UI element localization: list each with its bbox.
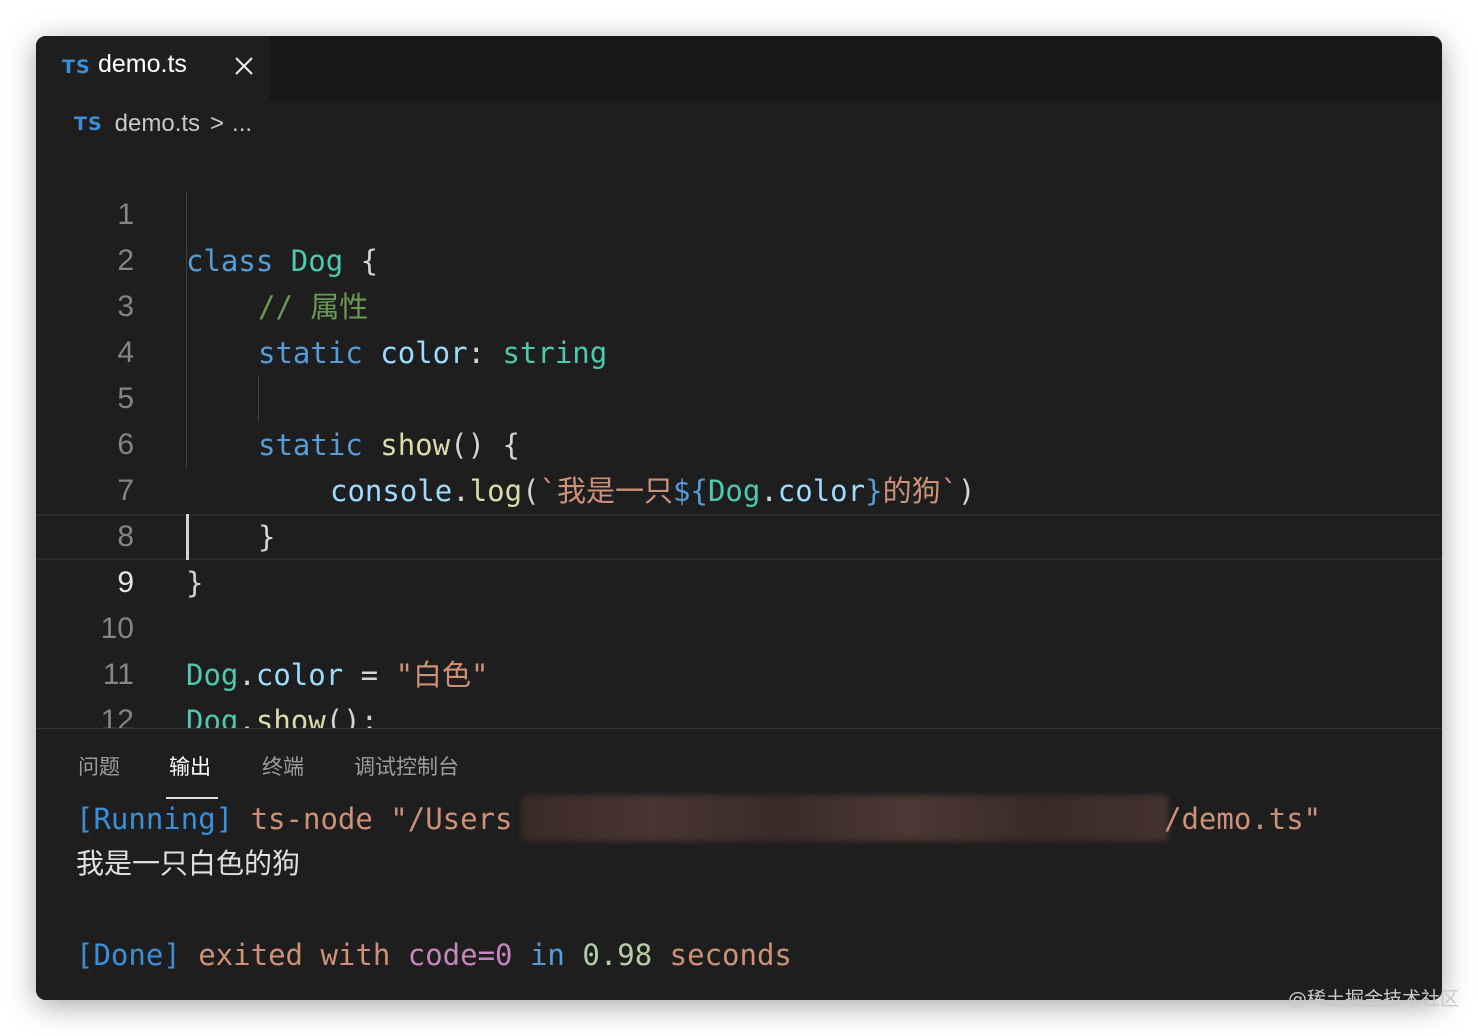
code-line-11: 11 Dog.show(); [36,606,1442,738]
bottom-panel: 问题 输出 终端 调试控制台 [Running] ts-node "/Users… [36,728,1442,1000]
output-done-line: [Done] exited with code=0 in 0.98 second… [76,935,792,975]
code-line-4: 4 [36,284,1442,369]
code-line-2: 2 // 属性 [36,192,1442,324]
running-command-tail: /demo.ts" [1164,802,1322,836]
tab-demo-ts[interactable]: TS demo.ts [36,36,270,100]
elapsed-time: 0.98 [582,938,653,972]
text-cursor [186,514,189,560]
code-line-10: 10 Dog.color = "白色" [36,560,1442,692]
done-in: in [512,938,583,972]
code-line-3: 3 static color: string [36,238,1442,370]
exit-code: code=0 [407,938,513,972]
running-command: ts-node "/Users [233,802,513,836]
watermark: @稀土掘金技术社区 [1288,988,1460,1010]
tab-terminal[interactable]: 终端 [262,751,304,781]
code-line-9-current: 9 [36,514,1442,599]
code-line-5: 5 static show() { [36,330,1442,462]
code-editor[interactable]: 1 class Dog { 2 // 属性 3 static color: st… [36,146,1442,738]
output-result-line: 我是一只白色的狗 [76,843,300,884]
tab-bar: TS demo.ts [36,36,1442,100]
output-running-line: [Running] ts-node "/Users [76,799,513,839]
code-line-1: 1 class Dog { [36,146,1442,278]
close-icon[interactable] [230,52,258,80]
editor-window: TS demo.ts TS demo.ts > ... 1 class Dog … [36,36,1442,1000]
redacted-path [522,795,1168,841]
tab-problems[interactable]: 问题 [78,751,120,781]
typescript-file-icon: TS [62,56,91,78]
breadcrumb-file[interactable]: demo.ts [115,110,200,138]
program-output: 我是一只白色的狗 [76,847,301,880]
tab-title: demo.ts [98,50,187,78]
done-tag: [Done] [76,938,181,972]
chevron-right-icon: > [210,110,225,137]
code-line-6: 6 console.log(`我是一只${Dog.color}的狗`) [36,376,1442,508]
breadcrumb-symbols[interactable]: ... [232,110,252,138]
running-tag: [Running] [76,802,234,836]
code-line-7: 7 } [36,422,1442,554]
code-line-8: 8 } [36,468,1442,600]
tab-debug-console[interactable]: 调试控制台 [354,751,459,781]
tab-output[interactable]: 输出 [169,751,211,781]
output-running-tail: /demo.ts" [1164,799,1321,839]
code-line-12: 12 [36,652,1442,737]
done-seconds: seconds [652,938,792,972]
done-text: exited with [180,938,408,972]
typescript-file-icon: TS [74,113,103,135]
breadcrumb: TS demo.ts > ... [74,108,252,140]
